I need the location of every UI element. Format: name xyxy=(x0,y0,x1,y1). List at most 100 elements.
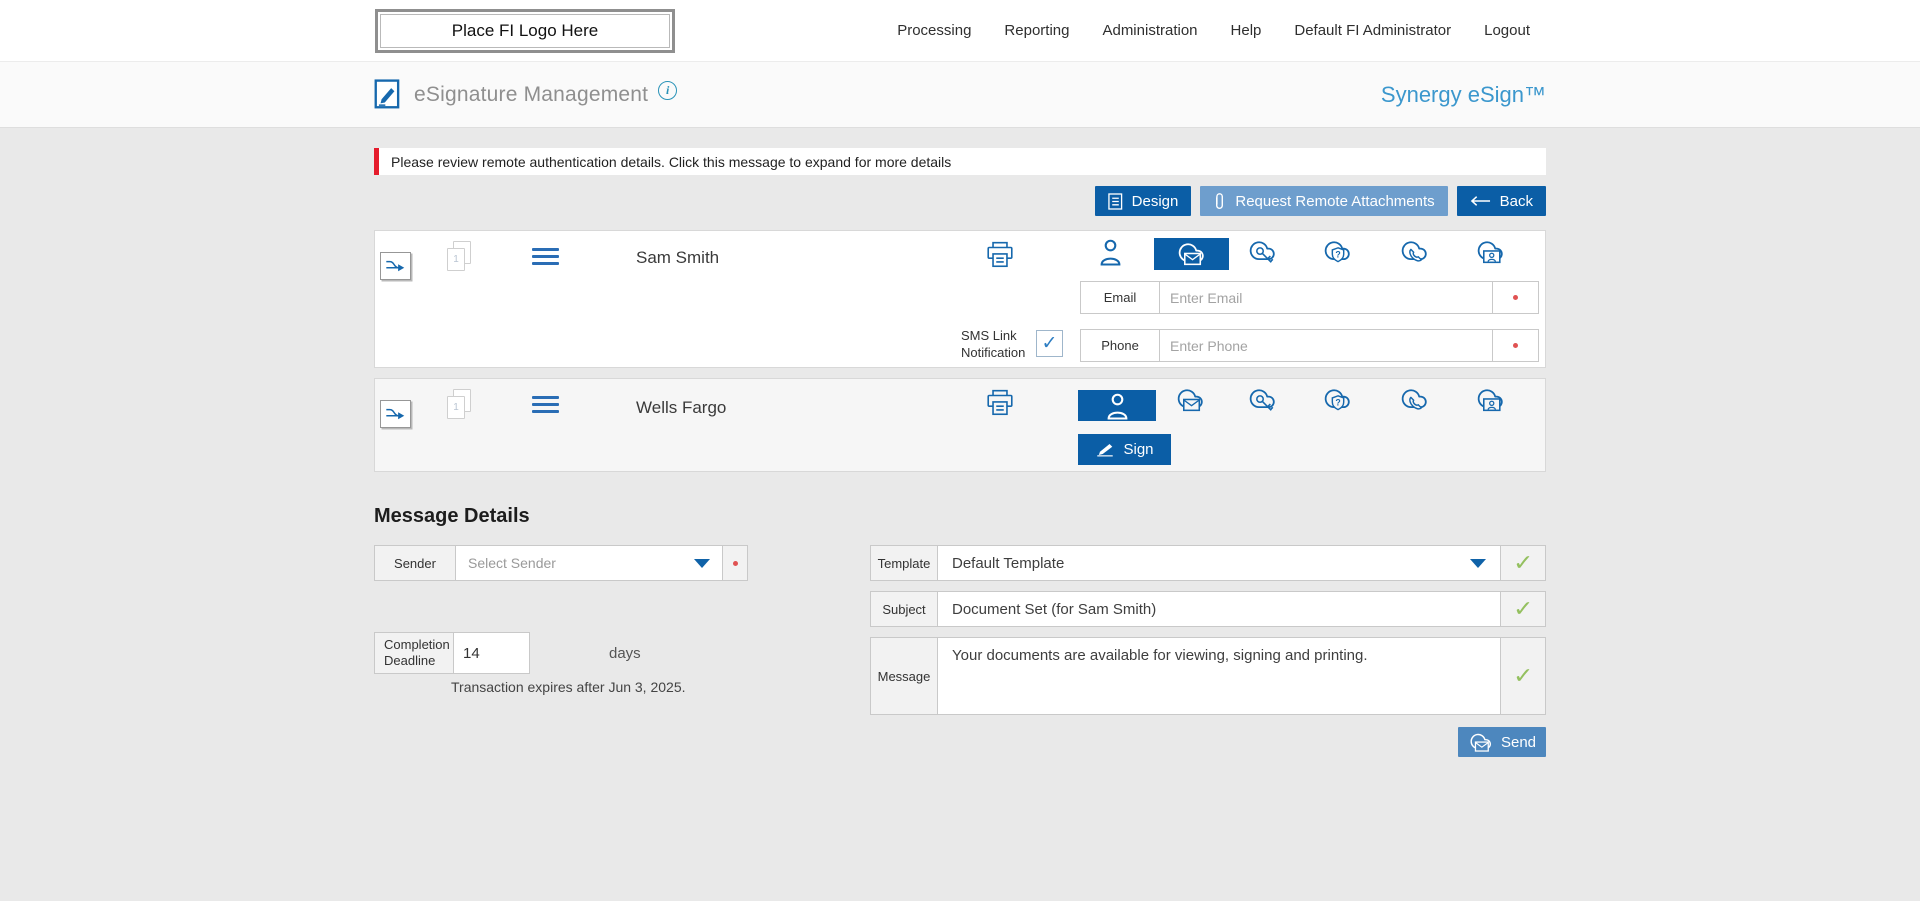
message-label: Message xyxy=(877,668,931,684)
nav-logout[interactable]: Logout xyxy=(1484,22,1530,39)
fi-logo-text: Place FI Logo Here xyxy=(380,14,670,48)
sign-pen-icon xyxy=(1097,444,1114,457)
email-field-row: Email xyxy=(1080,281,1539,314)
subject-label: Subject xyxy=(882,601,926,617)
toolbar: Design Request Remote Attachments Back xyxy=(374,186,1546,216)
delivery-access-code-icon[interactable] xyxy=(1247,386,1278,414)
send-button[interactable]: Send xyxy=(1458,727,1546,757)
delivery-security-question-icon[interactable]: ? xyxy=(1322,386,1353,414)
signer-name: Wells Fargo xyxy=(636,398,727,417)
chevron-down-icon xyxy=(1470,558,1486,568)
document-count: 1 xyxy=(453,254,459,265)
subject-input[interactable]: Document Set (for Sam Smith) xyxy=(937,592,1501,626)
completion-label-line2: Deadline xyxy=(384,653,436,668)
signer-name: Sam Smith xyxy=(636,248,720,267)
page-title: eSignature Management xyxy=(414,82,649,106)
phone-input[interactable] xyxy=(1160,330,1492,361)
print-icon[interactable] xyxy=(985,240,1015,270)
request-remote-attachments-button[interactable]: Request Remote Attachments xyxy=(1200,186,1448,216)
top-nav: Processing Reporting Administration Help… xyxy=(897,0,1530,61)
send-button-label: Send xyxy=(1500,733,1537,751)
delivery-access-code-icon[interactable] xyxy=(1247,238,1278,266)
subject-valid-cell: ✓ xyxy=(1501,592,1545,626)
delivery-remote-email-icon[interactable] xyxy=(1175,386,1206,414)
sms-link-notification-checkbox[interactable]: ✓ xyxy=(1036,330,1063,357)
back-arrow-icon xyxy=(1470,196,1490,206)
signer-row: 1 Wells Fargo ? Sign xyxy=(374,378,1546,472)
cloud-send-icon xyxy=(1470,733,1492,752)
alert-banner[interactable]: Please review remote authentication deta… xyxy=(374,148,1546,175)
nav-help[interactable]: Help xyxy=(1231,22,1262,39)
print-icon[interactable] xyxy=(985,388,1015,418)
nav-administration[interactable]: Administration xyxy=(1102,22,1197,39)
nav-reporting[interactable]: Reporting xyxy=(1004,22,1069,39)
svg-text:?: ? xyxy=(1335,249,1340,259)
subject-field-row: Subject Document Set (for Sam Smith) ✓ xyxy=(870,591,1546,627)
delivery-security-question-icon[interactable]: ? xyxy=(1322,238,1353,266)
paperclip-icon xyxy=(1216,192,1224,209)
svg-text:?: ? xyxy=(1335,397,1340,407)
template-value: Default Template xyxy=(952,554,1065,572)
sender-label: Sender xyxy=(394,555,436,571)
drag-handle-icon[interactable] xyxy=(532,248,559,269)
design-button-label: Design xyxy=(1131,192,1179,210)
template-label: Template xyxy=(877,555,931,571)
route-merge-icon xyxy=(386,408,405,420)
completion-deadline-input[interactable] xyxy=(453,633,529,673)
info-icon[interactable]: i xyxy=(658,81,678,100)
required-dot-icon xyxy=(1513,295,1518,300)
required-dot-icon xyxy=(1513,343,1518,348)
sign-button[interactable]: Sign xyxy=(1078,434,1171,465)
message-details-heading: Message Details xyxy=(374,505,530,527)
completion-label-line1: Completion xyxy=(384,637,450,652)
sender-select[interactable]: Select Sender xyxy=(455,546,723,580)
check-icon: ✓ xyxy=(1512,663,1534,688)
route-merge-icon xyxy=(386,260,405,272)
delivery-inperson-icon[interactable] xyxy=(1098,238,1123,266)
phone-field-row: Phone xyxy=(1080,329,1539,362)
required-dot-icon xyxy=(732,560,738,566)
document-count-icon[interactable]: 1 xyxy=(447,241,471,271)
message-textarea[interactable]: Your documents are available for viewing… xyxy=(937,638,1501,714)
chevron-down-icon xyxy=(694,558,710,568)
delivery-kba-icon[interactable] xyxy=(1475,238,1506,266)
sender-placeholder: Select Sender xyxy=(468,555,556,571)
phone-label: Phone xyxy=(1081,330,1160,361)
routing-order-button[interactable] xyxy=(380,400,411,428)
expiry-note: Transaction expires after Jun 3, 2025. xyxy=(451,679,686,695)
drag-handle-icon[interactable] xyxy=(532,396,559,417)
email-input[interactable] xyxy=(1160,282,1492,313)
design-button[interactable]: Design xyxy=(1094,186,1192,216)
completion-deadline-row: Completion Deadline xyxy=(374,632,530,674)
page-front-sheet: 1 xyxy=(447,248,465,271)
esignature-doc-icon xyxy=(374,78,400,108)
delivery-inperson-selected[interactable] xyxy=(1078,390,1156,421)
document-count: 1 xyxy=(453,402,459,413)
nav-processing[interactable]: Processing xyxy=(897,22,971,39)
delivery-kba-icon[interactable] xyxy=(1475,386,1506,414)
fi-logo-placeholder[interactable]: Place FI Logo Here xyxy=(375,9,675,53)
page-header: eSignature Management i Synergy eSign™ xyxy=(0,62,1920,128)
check-icon: ✓ xyxy=(1512,596,1534,621)
sender-required-cell xyxy=(723,546,747,580)
delivery-sms-icon[interactable] xyxy=(1399,386,1430,414)
back-button[interactable]: Back xyxy=(1456,186,1546,216)
delivery-remote-email-selected[interactable] xyxy=(1154,238,1229,270)
sign-button-label: Sign xyxy=(1123,441,1154,458)
cloud-email-icon xyxy=(1178,243,1204,266)
routing-order-button[interactable] xyxy=(380,252,411,280)
completion-deadline-label: Completion Deadline xyxy=(375,633,453,673)
template-field-row: Template Default Template ✓ xyxy=(870,545,1546,581)
sms-label-line2: Notification xyxy=(961,345,1026,360)
delivery-sms-icon[interactable] xyxy=(1399,238,1430,266)
top-bar: Place FI Logo Here Processing Reporting … xyxy=(0,0,1920,62)
email-required-cell xyxy=(1492,282,1538,313)
nav-current-user[interactable]: Default FI Administrator xyxy=(1294,22,1451,39)
message-field-row: Message Your documents are available for… xyxy=(870,637,1546,715)
template-select[interactable]: Default Template xyxy=(937,546,1501,580)
alert-text: Please review remote authentication deta… xyxy=(391,153,952,170)
back-button-label: Back xyxy=(1499,192,1533,210)
email-label: Email xyxy=(1081,282,1160,313)
person-icon xyxy=(1107,393,1127,420)
document-count-icon[interactable]: 1 xyxy=(447,389,471,419)
